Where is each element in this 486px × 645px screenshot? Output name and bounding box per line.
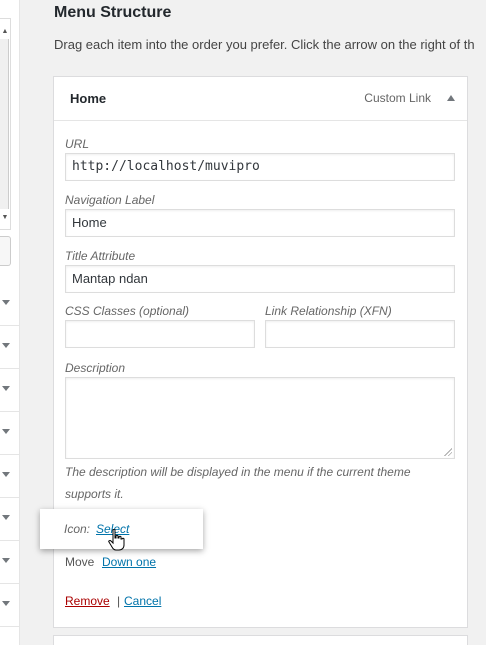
xfn-label: Link Relationship (XFN) xyxy=(265,304,392,318)
description-help-text: The description will be displayed in the… xyxy=(65,465,411,501)
arrow-down-icon xyxy=(2,472,10,477)
section-title: Menu Structure xyxy=(54,4,172,21)
menu-item-title: Home xyxy=(70,91,107,106)
url-input[interactable]: http://localhost/muvipro xyxy=(65,153,455,181)
xfn-input[interactable] xyxy=(265,320,455,348)
arrow-up-icon[interactable] xyxy=(447,95,455,101)
arrow-down-icon xyxy=(2,343,10,348)
scroll-down-icon[interactable]: ▼ xyxy=(0,213,10,223)
description-label: Description xyxy=(65,361,126,375)
navigation-label-input[interactable]: Home xyxy=(65,209,455,237)
title-attribute-label: Title Attribute xyxy=(65,249,136,263)
menu-item-type: Custom Link xyxy=(364,91,431,105)
arrow-down-icon xyxy=(2,429,10,434)
add-to-menu-button[interactable] xyxy=(0,236,11,266)
accordion-section[interactable] xyxy=(0,455,20,498)
arrow-down-icon xyxy=(2,558,10,563)
arrow-down-icon xyxy=(2,601,10,606)
next-menu-item[interactable] xyxy=(53,635,468,645)
icon-field-highlight: Icon: Select xyxy=(40,509,203,551)
nav-label-label: Navigation Label xyxy=(65,193,155,207)
scrollbar-thumb[interactable] xyxy=(0,39,9,209)
arrow-down-icon xyxy=(2,300,10,305)
section-description: Drag each item into the order you prefer… xyxy=(54,37,475,52)
accordion-section[interactable] xyxy=(0,326,20,369)
title-attribute-input[interactable]: Mantap ndan xyxy=(65,265,455,293)
remove-link[interactable]: Remove xyxy=(65,594,110,608)
accordion-section[interactable] xyxy=(0,498,20,541)
css-classes-label: CSS Classes (optional) xyxy=(65,304,190,318)
move-label: Move xyxy=(65,555,95,569)
cancel-link[interactable]: Cancel xyxy=(124,594,161,608)
left-scroll-area[interactable]: ▲ ▼ xyxy=(0,18,11,230)
move-down-link[interactable]: Down one xyxy=(102,555,156,569)
menu-item-handle[interactable]: Home Custom Link xyxy=(54,77,467,121)
accordion-section[interactable] xyxy=(0,412,20,455)
description-textarea[interactable] xyxy=(65,377,455,459)
hand-pointer-icon xyxy=(108,529,125,551)
left-panel: ▲ ▼ xyxy=(0,0,20,645)
resize-handle-icon[interactable] xyxy=(444,448,452,456)
accordion-section[interactable] xyxy=(0,283,20,326)
icon-label: Icon: xyxy=(64,522,91,536)
accordion-section[interactable] xyxy=(0,369,20,412)
accordion-section[interactable] xyxy=(0,541,20,584)
arrow-down-icon xyxy=(2,515,10,520)
url-label: URL xyxy=(65,137,90,151)
scroll-up-icon[interactable]: ▲ xyxy=(0,27,10,37)
accordion-section[interactable] xyxy=(0,584,20,627)
arrow-down-icon xyxy=(2,386,10,391)
css-classes-input[interactable] xyxy=(65,320,255,348)
action-separator: | xyxy=(117,594,121,608)
